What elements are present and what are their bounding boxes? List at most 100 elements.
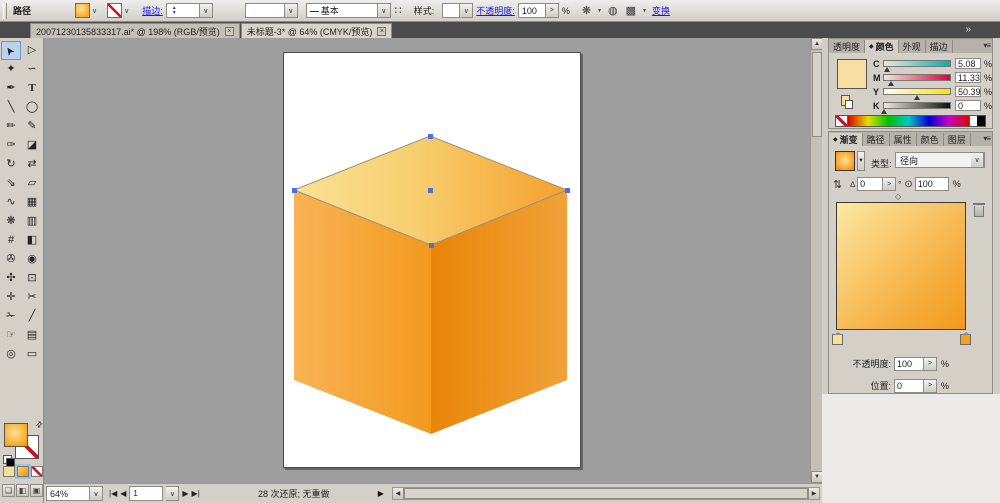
eyedropper-tool[interactable]: ✇	[1, 250, 21, 269]
first-page-icon[interactable]: |◀	[109, 489, 117, 498]
hand-tool[interactable]: ☞	[1, 326, 21, 345]
brush-options-icon[interactable]: ∷	[395, 4, 402, 17]
tab-close-icon[interactable]: ×	[224, 26, 234, 36]
path-eraser-tool[interactable]: ◪	[22, 136, 42, 155]
width-profile-dropdown-icon[interactable]: ∨	[284, 3, 298, 18]
channel-slider-handle[interactable]	[881, 109, 887, 114]
channel-slider[interactable]	[883, 88, 951, 100]
channel-value-field[interactable]: 11.33	[955, 72, 981, 83]
current-color-swatch[interactable]	[837, 59, 867, 89]
midpoint-diamond-icon[interactable]: ◇	[895, 192, 901, 201]
opacity-spinner-icon[interactable]: >	[545, 3, 559, 18]
scissors-tool[interactable]: ✁	[1, 307, 21, 326]
prev-page-icon[interactable]: ◀	[120, 489, 126, 498]
default-fill-stroke-icon[interactable]	[3, 455, 15, 467]
blend-tool[interactable]: ◉	[22, 250, 42, 269]
lasso-tool[interactable]: ∽	[22, 60, 42, 79]
panel-menu-icon[interactable]: ▾≡	[983, 134, 991, 143]
reverse-gradient-icon[interactable]: ⇅	[833, 178, 842, 191]
stop-opacity-field[interactable]: 100	[894, 356, 924, 371]
angle-spinner-icon[interactable]: >	[883, 177, 897, 191]
spectrum-gradient[interactable]	[848, 116, 969, 126]
gradient-tool[interactable]: ◧	[22, 231, 42, 250]
panel-tab[interactable]: ◆ 图层	[943, 133, 971, 146]
warp-tool[interactable]: ∿	[1, 193, 21, 212]
rotate-tool[interactable]: ↻	[1, 155, 21, 174]
none-button[interactable]	[31, 466, 43, 477]
black-swatch[interactable]	[977, 116, 985, 126]
recolor-dropdown-icon[interactable]: ▼	[595, 8, 604, 14]
gradient-slider-square[interactable]	[836, 202, 966, 330]
fill-color-swatch[interactable]	[75, 3, 91, 18]
channel-slider[interactable]	[883, 74, 951, 86]
paintbrush-tool[interactable]: ✏	[1, 117, 21, 136]
vertical-scroll-thumb[interactable]	[812, 52, 822, 137]
knife-tool[interactable]: ╱	[22, 307, 42, 326]
recolor-artwork-icon[interactable]: ❋	[582, 4, 591, 17]
mesh-tool[interactable]: #	[1, 231, 21, 250]
stop-location-spinner-icon[interactable]: >	[924, 378, 937, 393]
gradient-button[interactable]	[15, 464, 31, 479]
panel-tab[interactable]: ◆ 透明度	[829, 40, 866, 53]
horizontal-scrollbar[interactable]: ◀ ▶	[391, 487, 820, 500]
fill-dropdown-icon[interactable]: ∨	[90, 7, 99, 15]
scale-tool[interactable]: ⇘	[1, 174, 21, 193]
live-paint-bucket-tool[interactable]: ✣	[1, 269, 21, 288]
horizontal-scroll-thumb[interactable]	[403, 488, 808, 499]
panel-tab[interactable]: ◆ 颜色	[865, 40, 899, 53]
page-tool[interactable]: ▤	[22, 326, 42, 345]
gradient-stop-left[interactable]	[832, 332, 843, 345]
fill-indicator[interactable]	[4, 423, 28, 447]
color-spectrum-bar[interactable]	[835, 115, 986, 127]
vertical-scrollbar[interactable]: ▲ ▼	[810, 38, 823, 483]
style-field[interactable]	[442, 3, 461, 18]
selection-tool[interactable]: ➤	[1, 41, 21, 60]
type-tool[interactable]: T	[22, 79, 42, 98]
scroll-right-icon[interactable]: ▶	[808, 488, 819, 499]
live-paint-selection-tool[interactable]: ⊡	[22, 269, 42, 288]
status-menu-icon[interactable]: ▶	[378, 489, 384, 498]
channel-slider[interactable]	[881, 102, 951, 114]
mini-fill-stroke-icon[interactable]	[841, 95, 853, 109]
white-swatch[interactable]	[969, 116, 977, 126]
magic-wand-tool[interactable]: ✦	[1, 60, 21, 79]
gradient-angle-field[interactable]: 0	[857, 177, 884, 191]
brush-dropdown-icon[interactable]: ∨	[377, 3, 391, 18]
panel-tab[interactable]: ◆ 颜色	[916, 133, 944, 146]
stop-opacity-spinner-icon[interactable]: >	[924, 356, 937, 371]
ellipse-tool[interactable]: ◯	[22, 98, 42, 117]
slice-tool[interactable]: ✂	[22, 288, 42, 307]
panel-tab[interactable]: ◆ 路径	[862, 133, 890, 146]
panel-tab[interactable]: ◆ 渐变	[829, 133, 863, 146]
page-dropdown-icon[interactable]: ∨	[166, 486, 180, 501]
normal-screen-mode-button[interactable]: ❏	[2, 484, 15, 497]
column-graph-tool[interactable]: ▥	[22, 212, 42, 231]
gradient-type-select[interactable]: 径向 ∨	[895, 152, 985, 168]
opacity-link[interactable]: 不透明度:	[476, 4, 515, 17]
none-swatch-icon[interactable]	[836, 116, 848, 126]
document-tab[interactable]: 未标题-3* @ 64% (CMYK/预览) ×	[240, 23, 393, 38]
page-number-field[interactable]: 1	[129, 486, 164, 501]
stop-location-field[interactable]: 0	[894, 378, 924, 393]
aspect-ratio-field[interactable]: 100	[914, 177, 949, 191]
align-dropdown-icon[interactable]: ▼	[640, 8, 649, 14]
panel-tab[interactable]: ◆ 描边	[925, 40, 953, 53]
last-page-icon[interactable]: ▶|	[192, 489, 200, 498]
channel-value-field[interactable]: 0	[955, 100, 981, 111]
stroke-weight-field[interactable]: ▲ ▼	[165, 3, 200, 18]
artboard-tool[interactable]: ▭	[22, 345, 42, 364]
stroke-spinner-icon[interactable]: ▲ ▼	[170, 5, 179, 16]
crop-area-tool[interactable]: ✛	[1, 288, 21, 307]
full-screen-menu-mode-button[interactable]: ◧	[16, 484, 29, 497]
full-screen-mode-button[interactable]: ▣	[30, 484, 43, 497]
sphere-icon[interactable]: ◍	[608, 4, 618, 17]
pencil-tool[interactable]: ✎	[22, 117, 42, 136]
stroke-color-swatch[interactable]	[107, 3, 123, 18]
cube-artwork[interactable]	[44, 38, 810, 483]
stroke-weight-link[interactable]: 描边:	[142, 4, 163, 17]
zoom-tool[interactable]: ◎	[1, 345, 21, 364]
align-options-icon[interactable]: ▩	[626, 4, 636, 17]
document-tab[interactable]: 20071230135833317.ai* @ 198% (RGB/预览) ×	[30, 23, 240, 38]
direct-selection-tool[interactable]: ▷	[22, 41, 42, 60]
stroke-dropdown-icon[interactable]: ∨	[122, 7, 131, 15]
